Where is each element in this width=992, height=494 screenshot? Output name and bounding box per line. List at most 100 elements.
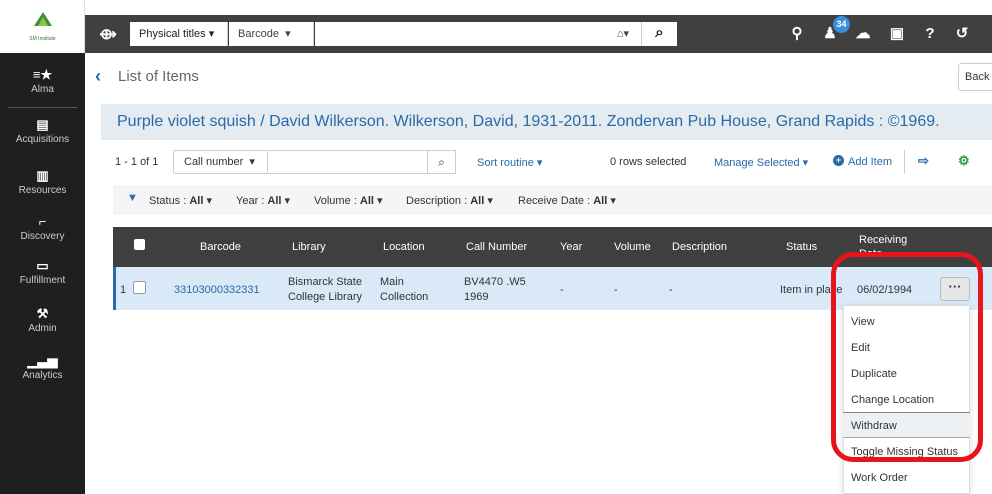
export-icon[interactable]: ⇨ <box>918 152 936 170</box>
filter-value: All <box>470 195 485 207</box>
filter-label: Description : <box>406 195 468 207</box>
filter-input[interactable] <box>268 150 428 174</box>
alma-app: SM Institute ≡★ Alma ▤ Acquisitions ▥ Re… <box>0 0 992 494</box>
column-header-call-number[interactable]: Call Number <box>466 241 527 253</box>
filter-status[interactable]: Status : All ▾ <box>149 194 212 207</box>
back-arrow-icon[interactable]: ‹ <box>95 67 107 85</box>
column-header-year[interactable]: Year <box>560 241 582 253</box>
filter-year[interactable]: Year : All ▾ <box>236 194 290 207</box>
sidebar-divider <box>8 107 77 108</box>
description-cell: - <box>669 284 673 296</box>
call-number-line1: BV4470 .W5 <box>464 276 526 288</box>
filter-label: Status : <box>149 195 187 207</box>
filter-label: Year : <box>236 195 265 207</box>
search-scope-dropdown[interactable]: Physical titles ▾ <box>130 22 228 46</box>
filter-value: All <box>593 195 608 207</box>
filter-field-label: Call number <box>184 156 244 168</box>
menu-item-work-order[interactable]: Work Order <box>843 465 970 491</box>
sidebar-item-resources[interactable]: ▥ Resources <box>0 168 85 197</box>
volume-cell: - <box>614 284 618 296</box>
logo-text: SM Institute <box>29 36 56 42</box>
tasks-clipboard-icon[interactable]: ▣ <box>886 23 908 45</box>
filter-label: Volume : <box>314 195 357 207</box>
toolbar-divider <box>904 150 905 174</box>
sidebar-item-label: Fulfillment <box>19 275 66 286</box>
search-input[interactable] <box>315 22 605 46</box>
library-line1: Bismarck State <box>288 276 362 288</box>
filter-label: Receive Date : <box>518 195 591 207</box>
filter-field-dropdown[interactable]: Call number ▾ <box>173 150 268 174</box>
sidebar-item-fulfillment[interactable]: ▭ Fulfillment <box>0 258 85 287</box>
search-icon: ⌕ <box>655 24 664 41</box>
search-button[interactable]: ⌕ <box>641 22 677 46</box>
column-header-status[interactable]: Status <box>786 241 817 253</box>
resources-books-icon: ▥ <box>36 168 49 183</box>
sort-routine-dropdown[interactable]: Sort routine ▾ <box>477 156 542 169</box>
filter-receive-date[interactable]: Receive Date : All ▾ <box>518 194 616 207</box>
sort-label: Sort routine <box>477 157 534 169</box>
funnel-icon: ▼ <box>127 192 138 204</box>
row-checkbox[interactable] <box>133 281 146 294</box>
record-title[interactable]: Purple violet squish / David Wilkerson. … <box>117 113 940 131</box>
sidebar-item-alma[interactable]: ≡★ Alma <box>0 67 85 96</box>
search-scope-label: Physical titles <box>139 28 206 40</box>
results-count: 1 - 1 of 1 <box>115 156 159 168</box>
select-all-checkbox[interactable] <box>134 239 145 250</box>
call-number-line2: 1969 <box>464 291 489 303</box>
persistent-search-icon[interactable]: ⟴ <box>97 24 119 46</box>
filter-search-button[interactable]: ⌕ <box>428 150 456 174</box>
search-field-dropdown[interactable]: Barcode ▾ <box>229 22 314 46</box>
location-line2: Collection <box>380 291 429 303</box>
row-number: 1 <box>120 284 127 296</box>
location-line1: Main <box>380 276 404 288</box>
add-icon: + <box>833 155 844 166</box>
institution-logo[interactable]: SM Institute <box>0 0 85 53</box>
discovery-telescope-icon: ⌐ <box>38 214 47 229</box>
sidebar-item-analytics[interactable]: ▁▃▅ Analytics <box>0 353 85 382</box>
history-icon[interactable]: ↺ <box>951 23 973 45</box>
barcode-link[interactable]: 33103000332331 <box>174 283 260 297</box>
topbar-strip <box>85 0 992 15</box>
search-home-dropdown[interactable]: ⌂▾ <box>605 22 641 46</box>
table-settings-gear-icon[interactable]: ⚙ <box>958 152 976 170</box>
manage-selected-dropdown[interactable]: Manage Selected ▾ <box>714 156 808 169</box>
sidebar-item-label: Acquisitions <box>15 134 70 145</box>
logo-mark-icon <box>34 12 52 26</box>
search-icon: ⌕ <box>438 155 445 169</box>
annotation-highlight-outline <box>831 252 983 462</box>
sidebar-item-discovery[interactable]: ⌐ Discovery <box>0 214 85 243</box>
filter-value: All <box>189 195 204 207</box>
sidebar-item-label: Analytics <box>22 370 63 381</box>
back-button[interactable]: Back <box>958 63 992 91</box>
notifications-icon[interactable]: ☁ <box>852 23 874 45</box>
rows-selected-text: 0 rows selected <box>610 156 686 168</box>
notification-badge: 34 <box>833 16 850 33</box>
sidebar-item-label: Admin <box>28 323 57 334</box>
column-header-receiving-date[interactable]: Receiving Date <box>859 233 921 253</box>
rows-selected-label: 0 rows selected <box>610 156 687 168</box>
sidebar-item-admin[interactable]: ⚒ Admin <box>0 306 85 335</box>
alma-star-icon: ≡★ <box>32 67 53 82</box>
year-cell: - <box>560 284 564 296</box>
add-item-button[interactable]: Add Item <box>848 156 892 168</box>
analytics-chart-icon: ▁▃▅ <box>27 353 58 368</box>
filter-value: All <box>359 195 374 207</box>
column-header-location[interactable]: Location <box>383 241 425 253</box>
column-header-description[interactable]: Description <box>672 241 727 253</box>
fulfillment-box-icon: ▭ <box>36 258 49 273</box>
admin-wrench-icon: ⚒ <box>36 306 49 321</box>
manage-selected-label: Manage Selected <box>714 157 800 169</box>
filter-value: All <box>267 195 282 207</box>
column-header-barcode[interactable]: Barcode <box>200 241 241 253</box>
sidebar-item-label: Resources <box>18 185 67 196</box>
column-header-library[interactable]: Library <box>292 241 326 253</box>
filter-volume[interactable]: Volume : All ▾ <box>314 194 383 207</box>
help-icon[interactable]: ? <box>919 23 941 45</box>
sidebar-item-label: Alma <box>31 84 54 95</box>
filter-description[interactable]: Description : All ▾ <box>406 194 493 207</box>
search-field-label: Barcode <box>238 28 279 40</box>
location-pin-icon[interactable]: ⚲ <box>786 23 808 45</box>
acquisitions-icon: ▤ <box>36 117 49 132</box>
column-header-volume[interactable]: Volume <box>614 241 651 253</box>
sidebar-item-acquisitions[interactable]: ▤ Acquisitions <box>0 117 85 146</box>
